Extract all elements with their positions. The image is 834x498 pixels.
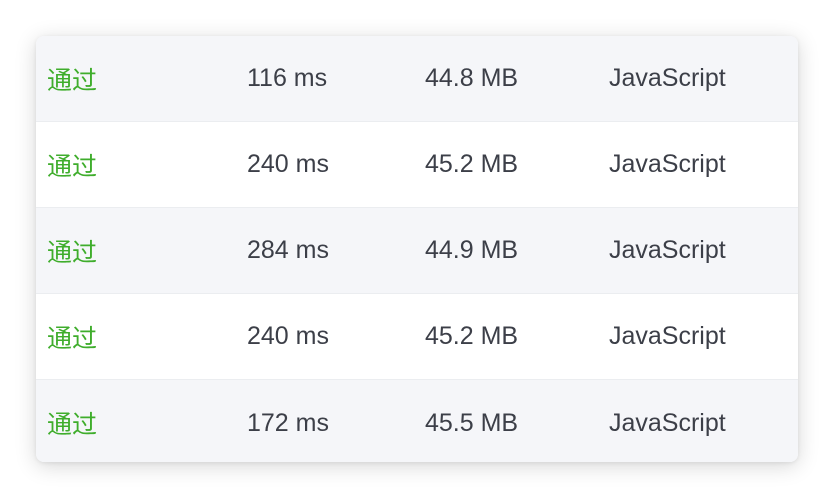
memory-value: 45.2 MB (425, 322, 519, 350)
language-value: JavaScript (609, 236, 726, 264)
status-text[interactable]: 通过 (47, 294, 97, 379)
language-value: JavaScript (609, 64, 726, 92)
runtime-value: 240 ms (247, 150, 329, 178)
table-row[interactable]: 通过 284 ms 44.9 MB JavaScript (36, 208, 798, 294)
status-text[interactable]: 通过 (47, 122, 97, 207)
memory-value: 45.2 MB (425, 150, 519, 178)
submissions-table: 通过 116 ms 44.8 MB JavaScript 通过 240 ms 4… (36, 36, 798, 462)
runtime-value: 284 ms (247, 236, 329, 264)
table-row[interactable]: 通过 116 ms 44.8 MB JavaScript (36, 36, 798, 122)
table-row[interactable]: 通过 240 ms 45.2 MB JavaScript (36, 294, 798, 380)
language-value: JavaScript (609, 150, 726, 178)
table-row[interactable]: 通过 240 ms 45.2 MB JavaScript (36, 122, 798, 208)
runtime-value: 116 ms (247, 64, 328, 92)
memory-value: 45.5 MB (425, 408, 519, 437)
runtime-value: 240 ms (247, 322, 329, 350)
language-value: JavaScript (609, 408, 726, 437)
status-text[interactable]: 通过 (47, 36, 97, 121)
status-text[interactable]: 通过 (47, 380, 97, 462)
table-row[interactable]: 通过 172 ms 45.5 MB JavaScript (36, 380, 798, 462)
runtime-value: 172 ms (247, 408, 329, 437)
status-text[interactable]: 通过 (47, 208, 97, 293)
memory-value: 44.9 MB (425, 236, 519, 264)
memory-value: 44.8 MB (425, 64, 519, 92)
language-value: JavaScript (609, 322, 726, 350)
